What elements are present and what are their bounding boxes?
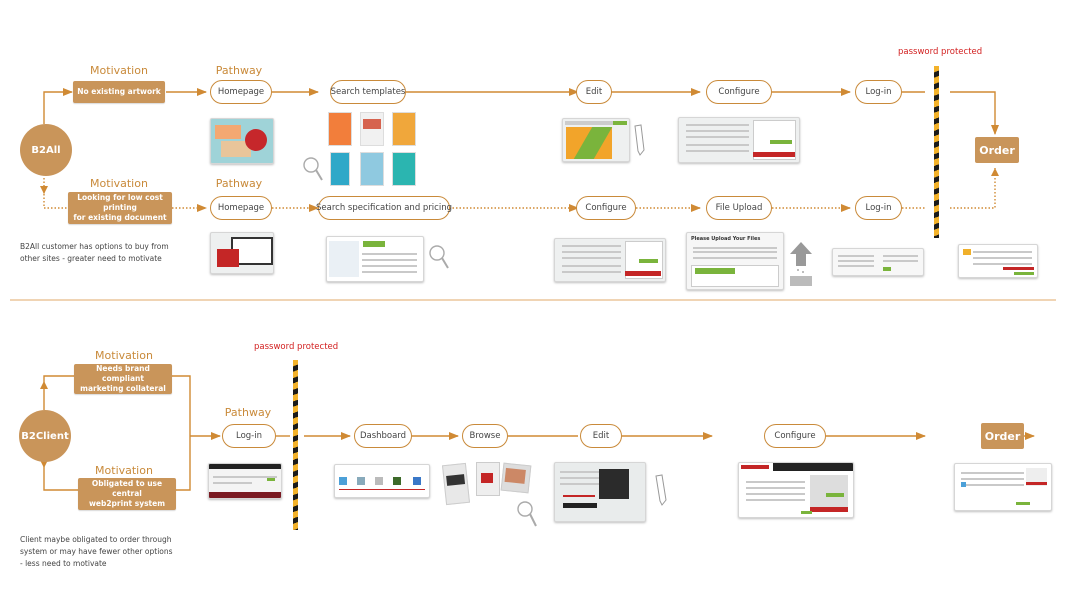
edit-screenshot-thumbnail xyxy=(562,118,630,162)
homepage-screenshot-thumbnail xyxy=(210,118,274,164)
motivation-text: Obligated to use central xyxy=(91,478,163,498)
b2all-note: B2All customer has options to buy from o… xyxy=(20,241,169,265)
step-configure[interactable]: Configure xyxy=(576,196,636,220)
b2all-node: B2All xyxy=(20,124,72,176)
order-screenshot-thumbnail xyxy=(958,244,1038,278)
step-dashboard[interactable]: Dashboard xyxy=(354,424,412,448)
motivation-text: No existing artwork xyxy=(77,86,161,96)
step-browse[interactable]: Browse xyxy=(462,424,508,448)
step-label: Configure xyxy=(718,87,760,97)
motivation-text: marketing collateral xyxy=(80,384,166,394)
password-barrier xyxy=(293,360,298,530)
b2all-node-label: B2All xyxy=(31,144,61,156)
motivation-box-brand-compliant: Needs brand compliant marketing collater… xyxy=(74,364,172,394)
motivation-box-obligated: Obligated to use central web2print syste… xyxy=(78,478,176,510)
motivation-heading: Motivation xyxy=(95,349,153,362)
step-label: Log-in xyxy=(865,203,892,213)
note-line: other sites - greater need to motivate xyxy=(20,254,162,263)
step-label: Log-in xyxy=(865,87,892,97)
note-line: Client maybe obligated to order through xyxy=(20,535,172,544)
file-upload-screenshot-thumbnail: Please Upload Your Files xyxy=(686,232,784,290)
note-line: B2All customer has options to buy from xyxy=(20,242,169,251)
step-file-upload[interactable]: File Upload xyxy=(706,196,772,220)
magnifier-icon xyxy=(303,157,323,181)
step-label: Configure xyxy=(585,203,627,213)
order-screenshot-thumbnail xyxy=(954,463,1052,511)
pathway-heading: Pathway xyxy=(215,177,263,190)
note-line: - less need to motivate xyxy=(20,559,107,568)
step-label: Configure xyxy=(774,431,816,441)
step-log-in[interactable]: Log-in xyxy=(855,196,902,220)
step-label: Log-in xyxy=(236,431,262,441)
configure-screenshot-thumbnail xyxy=(738,462,854,518)
step-label: Edit xyxy=(592,431,610,441)
step-label: Dashboard xyxy=(359,431,407,441)
step-label: File Upload xyxy=(715,203,763,213)
connector xyxy=(950,91,999,135)
motivation-text: web2print system xyxy=(88,499,166,509)
motivation-heading: Motivation xyxy=(90,177,148,190)
motivation-heading: Motivation xyxy=(95,464,153,477)
order-box: Order xyxy=(981,423,1024,449)
password-protected-label: password protected xyxy=(254,342,339,352)
configure-screenshot-thumbnail xyxy=(678,117,800,163)
login-screenshot-thumbnail xyxy=(208,463,282,499)
motivation-box-low-cost: Looking for low cost printing for existi… xyxy=(68,192,172,224)
step-label: Search templates xyxy=(330,87,406,97)
step-edit[interactable]: Edit xyxy=(580,424,622,448)
step-label: Homepage xyxy=(217,87,265,97)
step-label: Browse xyxy=(469,431,501,441)
motivation-heading: Motivation xyxy=(90,64,148,77)
connector xyxy=(43,194,68,209)
connector xyxy=(43,464,78,491)
step-label: Homepage xyxy=(217,203,265,213)
step-homepage[interactable]: Homepage xyxy=(210,196,272,220)
configure-screenshot-thumbnail xyxy=(554,238,666,282)
pathway-heading: Pathway xyxy=(224,406,272,419)
motivation-box-no-artwork: No existing artwork xyxy=(73,81,165,103)
b2client-node-label: B2Client xyxy=(21,430,69,442)
step-edit[interactable]: Edit xyxy=(576,80,612,104)
step-search-templates[interactable]: Search templates xyxy=(330,80,406,104)
b2client-note: Client maybe obligated to order through … xyxy=(20,534,173,570)
spec-pricing-screenshot-thumbnail xyxy=(326,236,424,282)
order-label: Order xyxy=(979,143,1015,157)
password-protected-label: password protected xyxy=(898,47,983,57)
step-search-spec-pricing[interactable]: Search specification and pricing xyxy=(316,196,452,220)
browse-thumbnails xyxy=(440,460,532,506)
motivation-text: Needs brand compliant xyxy=(96,363,150,383)
note-line: system or may have fewer other options xyxy=(20,547,173,556)
b2client-node: B2Client xyxy=(19,410,71,462)
magnifier-icon xyxy=(429,245,449,269)
pathway-heading: Pathway xyxy=(215,64,263,77)
dashboard-screenshot-thumbnail xyxy=(334,464,430,498)
order-label: Order xyxy=(984,429,1021,443)
step-homepage[interactable]: Homepage xyxy=(210,80,272,104)
homepage-cart-thumbnail xyxy=(210,232,274,274)
upload-arrow-icon xyxy=(790,242,812,286)
edit-screenshot-thumbnail xyxy=(554,462,646,522)
connector xyxy=(172,375,191,491)
template-thumbnails xyxy=(324,112,416,186)
motivation-text: Looking for low cost printing xyxy=(77,192,163,212)
upload-thumb-title: Please Upload Your Files xyxy=(691,236,761,242)
password-barrier xyxy=(934,66,939,238)
login-screenshot-thumbnail xyxy=(832,248,924,276)
step-log-in[interactable]: Log-in xyxy=(855,80,902,104)
step-log-in[interactable]: Log-in xyxy=(222,424,276,448)
order-box: Order xyxy=(975,137,1019,163)
connector xyxy=(43,88,73,124)
magnifier-icon xyxy=(517,501,537,527)
pencil-icon xyxy=(634,124,645,156)
step-configure[interactable]: Configure xyxy=(706,80,772,104)
step-configure[interactable]: Configure xyxy=(764,424,826,448)
step-label: Search specification and pricing xyxy=(316,203,452,213)
pencil-icon xyxy=(655,474,667,506)
search-badge-icon xyxy=(245,129,267,151)
motivation-text: for existing document xyxy=(73,213,167,223)
connector xyxy=(43,375,78,410)
step-label: Edit xyxy=(585,87,603,97)
connector xyxy=(950,168,996,209)
